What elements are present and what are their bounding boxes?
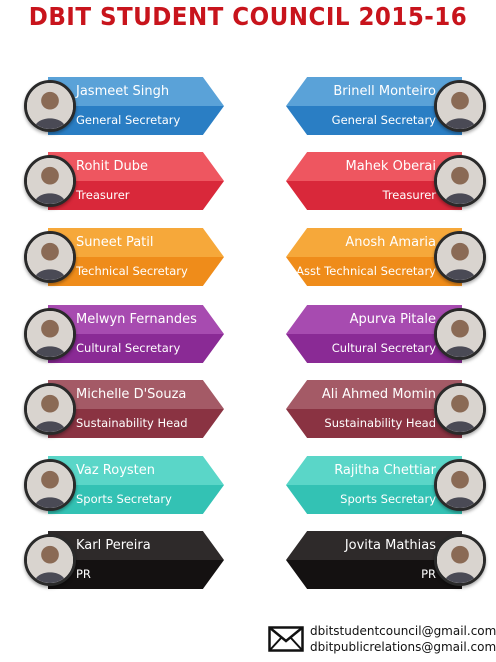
- member-role: Sports Secretary: [76, 492, 172, 506]
- member-role: PR: [76, 567, 91, 581]
- member-card: Vaz Roysten Sports Secretary: [24, 456, 224, 514]
- member-photo: [24, 80, 76, 132]
- member-photo: [434, 459, 486, 511]
- member-role: Treasurer: [382, 188, 437, 202]
- person-icon: [27, 462, 73, 508]
- member-role: Sustainability Head: [76, 416, 188, 430]
- member-role: General Secretary: [331, 113, 436, 127]
- member-role: PR: [421, 567, 436, 581]
- member-name: Michelle D'Souza: [76, 387, 187, 402]
- person-icon: [437, 83, 483, 129]
- person-icon: [437, 311, 483, 357]
- contact-block: dbitstudentcouncil@gmail.com dbitpublicr…: [268, 620, 496, 660]
- poster-title: DBIT STUDENT COUNCIL 2015-16: [28, 2, 468, 31]
- member-photo: [24, 155, 76, 207]
- member-card: Melwyn Fernandes Cultural Secretary: [24, 305, 224, 363]
- person-icon: [27, 234, 73, 280]
- member-photo: [24, 308, 76, 360]
- member-photo: [24, 231, 76, 283]
- member-role: Asst Technical Secretary: [296, 264, 436, 278]
- person-icon: [437, 386, 483, 432]
- member-name: Brinell Monteiro: [333, 84, 436, 99]
- member-photo: [434, 80, 486, 132]
- member-name: Anosh Amaria: [345, 235, 436, 250]
- member-photo: [24, 534, 76, 586]
- member-name: Vaz Roysten: [76, 463, 156, 478]
- member-name: Rohit Dube: [76, 159, 148, 174]
- member-card: Suneet Patil Technical Secretary: [24, 228, 224, 286]
- member-card: Ali Ahmed Momin Sustainability Head: [286, 380, 486, 438]
- person-icon: [437, 537, 483, 583]
- person-icon: [27, 158, 73, 204]
- member-card: Brinell Monteiro General Secretary: [286, 77, 486, 135]
- email-public-relations-link[interactable]: dbitpublicrelations@gmail.com: [310, 640, 496, 654]
- member-name: Jasmeet Singh: [76, 84, 170, 99]
- person-icon: [27, 386, 73, 432]
- member-role: Treasurer: [76, 188, 130, 202]
- member-photo: [434, 155, 486, 207]
- member-photo: [434, 231, 486, 283]
- member-photo: [24, 459, 76, 511]
- member-card: Michelle D'Souza Sustainability Head: [24, 380, 224, 438]
- member-name: Suneet Patil: [76, 235, 154, 250]
- member-name: Mahek Oberai: [345, 159, 437, 174]
- member-role: General Secretary: [76, 113, 181, 127]
- person-icon: [437, 462, 483, 508]
- email-student-council-link[interactable]: dbitstudentcouncil@gmail.com: [310, 624, 496, 638]
- person-icon: [27, 311, 73, 357]
- member-name: Apurva Pitale: [349, 312, 436, 327]
- member-role: Cultural Secretary: [331, 341, 436, 355]
- member-card: Apurva Pitale Cultural Secretary: [286, 305, 486, 363]
- member-card: Rohit Dube Treasurer: [24, 152, 224, 210]
- member-card: Karl Pereira PR: [24, 531, 224, 589]
- member-name: Ali Ahmed Momin: [321, 387, 436, 402]
- member-name: Melwyn Fernandes: [76, 312, 197, 327]
- member-role: Cultural Secretary: [76, 341, 181, 355]
- member-photo: [24, 383, 76, 435]
- envelope-icon: [268, 626, 304, 652]
- member-card: Rajitha Chettiar Sports Secretary: [286, 456, 486, 514]
- member-card: Jovita Mathias PR: [286, 531, 486, 589]
- member-card: Anosh Amaria Asst Technical Secretary: [286, 228, 486, 286]
- person-icon: [27, 83, 73, 129]
- member-name: Rajitha Chettiar: [334, 463, 436, 478]
- member-role: Sports Secretary: [340, 492, 436, 506]
- member-name: Karl Pereira: [76, 538, 151, 553]
- member-role: Sustainability Head: [324, 416, 436, 430]
- person-icon: [27, 537, 73, 583]
- member-photo: [434, 383, 486, 435]
- member-photo: [434, 308, 486, 360]
- member-card: Jasmeet Singh General Secretary: [24, 77, 224, 135]
- member-name: Jovita Mathias: [344, 538, 436, 553]
- person-icon: [437, 158, 483, 204]
- member-card: Mahek Oberai Treasurer: [286, 152, 486, 210]
- member-photo: [434, 534, 486, 586]
- member-role: Technical Secretary: [76, 264, 188, 278]
- person-icon: [437, 234, 483, 280]
